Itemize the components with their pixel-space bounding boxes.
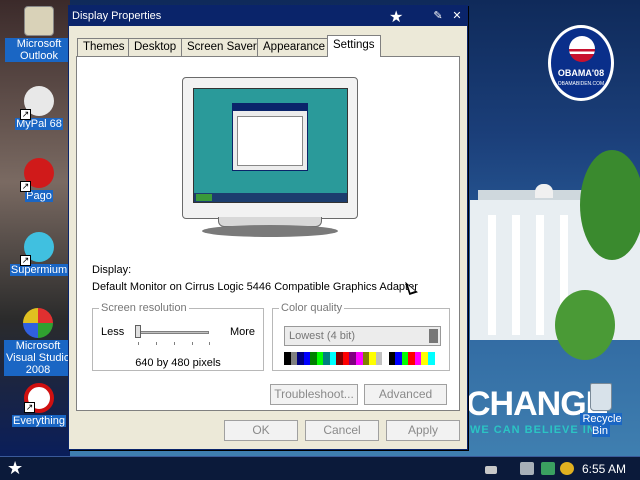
- desktop-icon-label: Everything: [12, 415, 66, 427]
- monitor-preview: [182, 77, 358, 237]
- desktop-icon-label: Supermium: [9, 264, 69, 276]
- settings-panel: Display: Default Monitor on Cirrus Logic…: [76, 56, 460, 411]
- window-title: Display Properties: [72, 10, 162, 22]
- monitor-base: [202, 225, 338, 237]
- apply-button[interactable]: Apply: [386, 420, 460, 441]
- display-properties-window: Display Properties ★ ✎ ✕ Themes Desktop …: [68, 5, 468, 450]
- tab-desktop[interactable]: Desktop: [128, 38, 183, 57]
- taskbar: ★ 6:55 AM: [0, 456, 640, 480]
- keyboard-icon[interactable]: [485, 466, 497, 474]
- desktop-icon-everything[interactable]: ↗ Everything: [5, 383, 73, 427]
- color-quality-select[interactable]: Lowest (4 bit): [284, 326, 441, 346]
- badge-small-text: OBAMABIDEN.COM: [557, 81, 605, 87]
- desktop-icon-mypal[interactable]: ↗ MyPal 68: [5, 86, 73, 130]
- resolution-more-label: More: [229, 326, 255, 338]
- screen-resolution-legend: Screen resolution: [99, 302, 189, 314]
- shield-icon[interactable]: [541, 462, 555, 475]
- slider-tick: [174, 342, 175, 345]
- badge-text: OBAMA'08: [557, 68, 605, 78]
- troubleshoot-button[interactable]: Troubleshoot...: [270, 384, 358, 405]
- shortcut-arrow-icon: ↗: [20, 181, 31, 192]
- supermium-icon: ↗: [20, 232, 54, 266]
- recycle-bin-icon: [590, 383, 612, 411]
- color-quality-selected: Lowest (4 bit): [289, 330, 356, 342]
- tab-themes[interactable]: Themes: [77, 38, 131, 57]
- search-icon[interactable]: [560, 462, 574, 475]
- desktop-icon-supermium[interactable]: ↗ Supermium: [5, 232, 73, 276]
- ok-button[interactable]: OK: [224, 420, 298, 441]
- white-house-column: [536, 215, 544, 335]
- help-icon[interactable]: ✎: [431, 9, 445, 23]
- preview-window-body: [237, 116, 303, 166]
- resolution-less-label: Less: [101, 326, 125, 338]
- desktop-icon-label: Microsoft Outlook: [5, 38, 73, 62]
- color-swatch: [434, 352, 442, 365]
- preview-start-button: [196, 194, 212, 201]
- color-quality-legend: Color quality: [279, 302, 345, 314]
- desktop-icon-pago[interactable]: ↗ Pago: [5, 158, 73, 202]
- slider-tick: [156, 342, 157, 345]
- tab-screen-saver[interactable]: Screen Saver: [181, 38, 263, 57]
- white-house-column: [512, 215, 520, 335]
- visual-studio-icon: [23, 308, 53, 338]
- preview-window: [232, 103, 308, 171]
- desktop-icon-visual-studio[interactable]: Microsoft Visual Studio 2008: [4, 308, 72, 376]
- resolution-slider-thumb[interactable]: [135, 325, 141, 338]
- white-house-column: [488, 215, 496, 335]
- display-adapter-text: Default Monitor on Cirrus Logic 5446 Com…: [92, 281, 418, 293]
- resolution-slider-track[interactable]: [137, 331, 209, 334]
- wallpaper-tree: [580, 150, 640, 260]
- shortcut-arrow-icon: ↗: [20, 109, 31, 120]
- preview-taskbar: [194, 193, 347, 202]
- desktop-icon-outlook[interactable]: Microsoft Outlook: [5, 6, 73, 62]
- advanced-button[interactable]: Advanced: [364, 384, 447, 405]
- desktop-icon-label: Recycle Bin: [580, 413, 622, 437]
- display-label: Display:: [92, 264, 132, 276]
- desktop-icon-recycle-bin[interactable]: Recycle Bin: [570, 383, 632, 437]
- slider-tick: [209, 342, 210, 345]
- screen-resolution-group: Screen resolution Less More 640 by 480 p…: [92, 302, 264, 371]
- slider-tick: [138, 342, 139, 345]
- monitor-screen: [193, 88, 348, 203]
- slider-tick: [192, 342, 193, 345]
- star-icon[interactable]: ★: [7, 458, 23, 478]
- tab-settings[interactable]: Settings: [327, 35, 381, 57]
- tab-appearance[interactable]: Appearance: [257, 38, 332, 57]
- mypal-icon: ↗: [20, 86, 54, 120]
- white-house-dome: [535, 184, 553, 198]
- obama-logo-icon: [569, 36, 595, 62]
- shortcut-arrow-icon: ↗: [24, 402, 35, 413]
- color-palette-preview: [284, 352, 442, 365]
- cancel-button[interactable]: Cancel: [305, 420, 379, 441]
- preview-window-title: [233, 104, 307, 111]
- pago-icon: ↗: [20, 158, 54, 192]
- taskbar-clock: 6:55 AM: [582, 462, 627, 476]
- color-quality-group: Color quality Lowest (4 bit): [272, 302, 450, 371]
- network-icon[interactable]: [520, 462, 534, 475]
- window-titlebar[interactable]: Display Properties ★ ✎ ✕: [69, 6, 467, 26]
- chevron-down-icon[interactable]: [429, 329, 438, 343]
- everything-icon: ↗: [24, 383, 54, 413]
- wallpaper-tree: [555, 290, 615, 360]
- star-icon: ★: [389, 9, 404, 26]
- outlook-icon: [24, 6, 54, 36]
- monitor-bezel: [182, 77, 358, 219]
- desktop-icon-label: Microsoft Visual Studio 2008: [4, 340, 72, 376]
- close-icon[interactable]: ✕: [450, 9, 464, 23]
- obama-campaign-badge: OBAMA'08 OBAMABIDEN.COM: [548, 25, 614, 101]
- resolution-value: 640 by 480 pixels: [135, 357, 221, 369]
- shortcut-arrow-icon: ↗: [20, 255, 31, 266]
